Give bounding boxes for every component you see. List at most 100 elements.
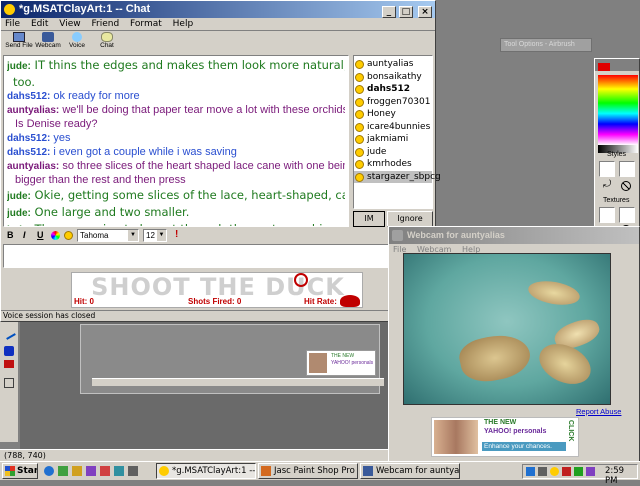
- buddy-item[interactable]: froggen70301: [354, 96, 432, 109]
- close-button[interactable]: ×: [418, 6, 432, 18]
- send-file-button[interactable]: Send File: [5, 32, 33, 49]
- message-sender[interactable]: dahs512:: [7, 133, 50, 144]
- buddy-item[interactable]: jakmiami: [354, 133, 432, 146]
- clay-slice-4: [532, 336, 598, 392]
- shape-tool-icon[interactable]: [4, 346, 14, 356]
- tray-network-icon[interactable]: [526, 467, 535, 476]
- underline-button[interactable]: U: [37, 230, 44, 240]
- message-sender[interactable]: jude:: [7, 191, 31, 202]
- buddy-item[interactable]: Honey: [354, 108, 432, 121]
- chat-message: dahs512: ok ready for more: [7, 90, 345, 103]
- menu-view[interactable]: View: [59, 19, 80, 29]
- size-select[interactable]: 12 ▼: [143, 229, 167, 242]
- buddy-item[interactable]: bonsaikathy: [354, 71, 432, 84]
- voice-button[interactable]: Voice: [65, 32, 89, 49]
- psp-left-tools[interactable]: [0, 322, 18, 442]
- chat-message: dahs512: yes: [7, 132, 345, 145]
- buddy-name: Honey: [367, 109, 396, 119]
- webcam-titlebar[interactable]: Webcam for auntyalias: [389, 227, 639, 244]
- canvas-preview: THE NEW YAHOO! personals: [20, 322, 388, 452]
- italic-button[interactable]: I: [23, 230, 26, 240]
- color-picker-icon[interactable]: [51, 231, 60, 240]
- buddy-name: bonsaikathy: [367, 71, 422, 82]
- style-swatch-2[interactable]: [619, 161, 635, 177]
- minimize-button[interactable]: _: [381, 6, 396, 18]
- message-sender[interactable]: auntyalias:: [7, 105, 59, 116]
- text-tool-icon[interactable]: [4, 378, 14, 388]
- message-sender[interactable]: jude:: [7, 225, 31, 226]
- color-palette-panel[interactable]: Styles ⤾ Textures: [594, 58, 640, 238]
- menu-file[interactable]: File: [5, 19, 20, 29]
- font-select[interactable]: Tahoma ▼: [77, 229, 139, 242]
- style-swatch-1[interactable]: [599, 161, 615, 177]
- buddy-list[interactable]: auntyalias bonsaikathy dahs512 froggen70301…: [353, 55, 441, 209]
- buddy-item[interactable]: jude: [354, 146, 432, 159]
- yahoo-personals-ad[interactable]: THE NEW YAHOO! personals Enhance your ch…: [431, 417, 579, 457]
- menu-edit[interactable]: Edit: [31, 19, 48, 29]
- bold-button[interactable]: B: [7, 230, 14, 240]
- message-sender[interactable]: jude:: [7, 208, 31, 219]
- im-button-label: IM: [364, 214, 374, 223]
- ad-banner[interactable]: SHOOT THE DUCK Hit: 0 Shots Fired: 0 Hit…: [71, 272, 363, 308]
- message-text: too.: [13, 75, 36, 89]
- ad-tagline: Enhance your chances.: [482, 442, 566, 451]
- status-coords: (788, 740): [4, 451, 46, 460]
- no-style-icon[interactable]: [621, 181, 631, 191]
- im-button[interactable]: IM: [353, 211, 385, 227]
- task-paintshop[interactable]: Jasc Paint Shop Pro - Ima...: [258, 463, 358, 479]
- quicklaunch-app2-icon[interactable]: [100, 466, 110, 476]
- quicklaunch-ie-icon[interactable]: [44, 466, 54, 476]
- task-webcam[interactable]: Webcam for auntyalias: [360, 463, 460, 479]
- voice-status-bar: Voice session has closed: [1, 310, 435, 321]
- tray-app-icon[interactable]: [574, 467, 583, 476]
- quicklaunch-app1-icon[interactable]: [86, 466, 96, 476]
- emoticon-icon[interactable]: [64, 231, 73, 240]
- swap-arrow-icon[interactable]: ⤾: [603, 179, 615, 190]
- maximize-button[interactable]: □: [398, 6, 413, 18]
- start-button[interactable]: Start: [2, 463, 38, 479]
- quicklaunch-app3-icon[interactable]: [114, 466, 124, 476]
- chat-button[interactable]: Chat: [95, 32, 119, 49]
- buddy-item[interactable]: auntyalias: [354, 58, 432, 71]
- buddy-item[interactable]: icare4bunnies: [354, 121, 432, 134]
- tray-app2-icon[interactable]: [586, 467, 595, 476]
- ad-click[interactable]: CLICK: [567, 420, 574, 441]
- chat-titlebar[interactable]: *g.MSATClayArt:1 -- Chat _ □ ×: [1, 1, 435, 18]
- buzz-icon[interactable]: !: [175, 229, 178, 240]
- buddy-name: froggen70301: [367, 96, 431, 107]
- message-sender[interactable]: dahs512:: [7, 91, 50, 102]
- pencil-tool-icon[interactable]: [2, 326, 16, 340]
- menu-friend[interactable]: Friend: [91, 19, 119, 29]
- primary-color-swatch[interactable]: [598, 63, 610, 71]
- message-sender[interactable]: dahs512:: [7, 147, 50, 158]
- tray-antivirus-icon[interactable]: [562, 467, 571, 476]
- webcam-window: Webcam for auntyalias File Webcam Help R…: [388, 226, 640, 463]
- message-sender[interactable]: jude:: [7, 61, 31, 72]
- message-area[interactable]: jude: IT thins the edges and makes them …: [3, 55, 349, 227]
- quicklaunch-desktop-icon[interactable]: [58, 466, 68, 476]
- ignore-user-button[interactable]: Ignore User: [387, 211, 433, 237]
- texture-swatch-2[interactable]: [619, 207, 635, 223]
- menu-help[interactable]: Help: [173, 19, 194, 29]
- tray-volume-icon[interactable]: [538, 467, 547, 476]
- nested-ad: THE NEW YAHOO! personals: [306, 350, 376, 376]
- tool-options-palette[interactable]: Tool Options - Airbrush: [500, 38, 592, 52]
- color-spectrum[interactable]: [598, 75, 638, 145]
- chat-icon: [101, 32, 113, 42]
- buddy-item[interactable]: kmrhodes: [354, 158, 432, 171]
- report-abuse-link[interactable]: Report Abuse: [576, 407, 621, 416]
- styles-label: Styles: [607, 151, 627, 158]
- quicklaunch-mail-icon[interactable]: [72, 466, 82, 476]
- message-input[interactable]: [3, 244, 435, 268]
- fill-tool-icon[interactable]: [4, 360, 14, 368]
- webcam-button[interactable]: Webcam: [35, 32, 61, 49]
- menu-format[interactable]: Format: [130, 19, 162, 29]
- buddy-item[interactable]: dahs512: [354, 83, 432, 96]
- texture-swatch-1[interactable]: [599, 207, 615, 223]
- buddy-item[interactable]: stargazer_sbpcg: [354, 170, 441, 183]
- task-chat[interactable]: *g.MSATClayArt:1 -- ...: [156, 463, 256, 479]
- message-sender[interactable]: auntyalias:: [7, 161, 59, 172]
- quicklaunch-app4-icon[interactable]: [128, 466, 138, 476]
- buddy-status-icon: [355, 97, 364, 107]
- tray-messenger-icon[interactable]: [550, 467, 559, 476]
